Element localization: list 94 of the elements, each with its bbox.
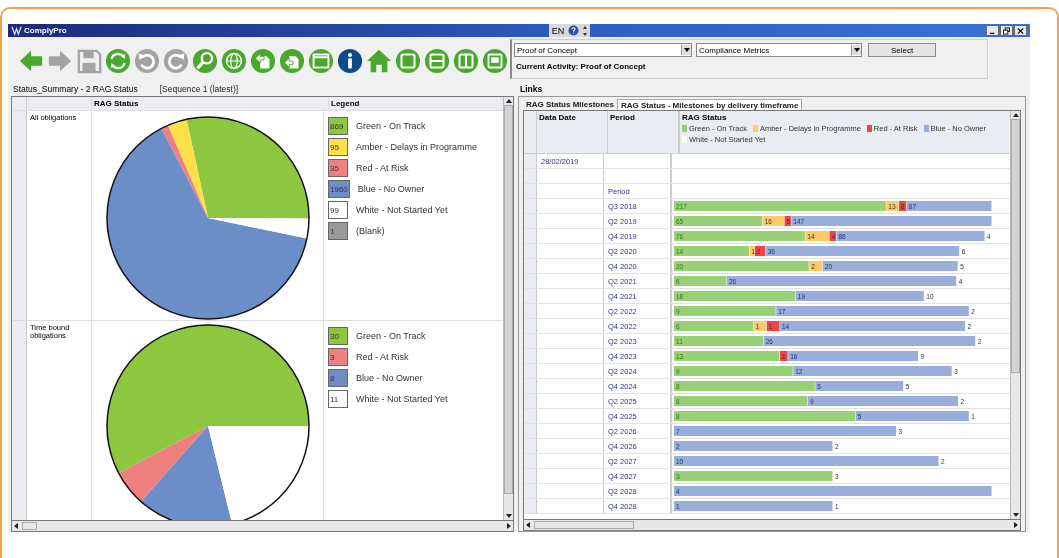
- language-button[interactable]: EN: [551, 25, 565, 36]
- globe-icon[interactable]: [221, 47, 247, 74]
- row-header: [524, 229, 537, 243]
- scroll-right-icon[interactable]: [507, 523, 511, 529]
- legend-count: 30: [328, 327, 348, 345]
- scroll-right-icon[interactable]: [1014, 522, 1018, 528]
- scroll-down-icon[interactable]: [1012, 513, 1019, 517]
- row-header: [524, 454, 537, 468]
- horizontal-scrollbar[interactable]: [11, 521, 514, 532]
- legend-label: Blue - No Owner: [357, 184, 425, 194]
- close-button[interactable]: [1014, 25, 1027, 36]
- dropdown-arrow-icon: [853, 48, 860, 52]
- vertical-scrollbar[interactable]: [503, 97, 513, 520]
- row-header: [524, 394, 537, 408]
- row-header: [524, 424, 537, 438]
- scroll-thumb[interactable]: [22, 522, 37, 530]
- layout-columns-icon[interactable]: [453, 47, 479, 74]
- legend-label: Green - On Track: [356, 121, 426, 131]
- legend-label: Blue - No Owner: [356, 373, 423, 383]
- column-header: RAG Status: [681, 112, 728, 124]
- legend-label: (Blank): [356, 226, 385, 236]
- row-header: [524, 259, 537, 273]
- search-icon[interactable]: [192, 47, 218, 74]
- column-header: Legend: [330, 98, 361, 110]
- monitor-icon[interactable]: [482, 47, 508, 74]
- row-header: [524, 199, 537, 213]
- legend-count: 95: [328, 138, 348, 156]
- scroll-thumb[interactable]: [504, 105, 513, 494]
- refresh-icon[interactable]: [105, 47, 131, 74]
- legend-label: Red - At Risk: [356, 163, 409, 173]
- panel-title: Status_Summary - 2 RAG Status: [13, 84, 138, 94]
- layout-single-icon[interactable]: [395, 47, 421, 74]
- legend-label: Green - On Track: [356, 331, 426, 341]
- report-dropdown[interactable]: Compliance Metrics: [696, 43, 862, 57]
- row-header: [524, 334, 537, 348]
- scroll-up-icon[interactable]: [505, 99, 512, 103]
- row-header: [524, 274, 537, 288]
- scroll-left-icon[interactable]: [526, 522, 530, 528]
- restore-icon: [1003, 27, 1010, 35]
- window-title: ComplyPro: [24, 26, 67, 35]
- column-header: RAG Status: [92, 97, 329, 110]
- legend-label: White - Not Started Yet: [356, 205, 448, 215]
- scroll-left-icon[interactable]: [14, 523, 18, 529]
- tab[interactable]: RAG Status Milestones: [523, 99, 617, 110]
- vertical-scrollbar[interactable]: [1010, 111, 1020, 519]
- row-header: [524, 319, 537, 333]
- activity-dropdown[interactable]: Proof of Concept: [514, 43, 692, 57]
- close-icon: [1017, 27, 1024, 35]
- logo-icon: [11, 25, 22, 36]
- scroll-thumb[interactable]: [534, 521, 634, 529]
- column-header: Period: [608, 111, 680, 153]
- grip-icon[interactable]: [583, 25, 588, 36]
- row-header: [524, 469, 537, 483]
- panel-title: Links: [520, 84, 543, 94]
- scroll-up-icon[interactable]: [1012, 113, 1019, 117]
- select-button[interactable]: Select: [868, 43, 936, 57]
- minimize-button[interactable]: [986, 25, 999, 36]
- row-header: [524, 244, 537, 258]
- scroll-thumb[interactable]: [1011, 119, 1020, 373]
- current-activity: Current Activity: Proof of Concept: [515, 62, 647, 71]
- legend-label: White - Not Started Yet: [356, 394, 448, 404]
- row-header: [524, 439, 537, 453]
- row-header: [524, 379, 537, 393]
- row-header: [524, 184, 537, 198]
- row-header: [524, 349, 537, 363]
- row-header: [524, 499, 537, 513]
- legend-label: Amber - Delays in Programme: [356, 142, 478, 152]
- info-icon[interactable]: [337, 47, 363, 74]
- legend-count: 869: [328, 117, 348, 135]
- horizontal-scrollbar[interactable]: [523, 520, 1021, 531]
- legend-count: 99: [328, 201, 348, 219]
- sequence-label: [Sequence 1 (latest)]: [159, 84, 239, 94]
- row-header: [524, 409, 537, 423]
- legend-count: 8: [328, 369, 348, 387]
- dropdown-arrow-icon: [683, 48, 690, 52]
- row-header: [524, 364, 537, 378]
- help-icon[interactable]: [568, 25, 580, 36]
- legend-count: 3: [328, 348, 348, 366]
- row-header: [524, 484, 537, 498]
- column-header: Data Date: [537, 111, 608, 153]
- doc-back-icon[interactable]: [250, 47, 276, 74]
- row-header: [524, 304, 537, 318]
- row-header: [524, 169, 537, 183]
- layout-rows-icon[interactable]: [424, 47, 450, 74]
- legend-label: Red - At Risk: [356, 352, 409, 362]
- scroll-down-icon[interactable]: [505, 514, 512, 518]
- restore-button[interactable]: [1000, 25, 1013, 36]
- legend-count: 1: [328, 222, 348, 240]
- row-header: [524, 289, 537, 303]
- legend-count: 35: [328, 159, 348, 177]
- row-header: [524, 214, 537, 228]
- doc-forward-icon[interactable]: [279, 47, 305, 74]
- legend-count: 11: [328, 390, 348, 408]
- legend-count: 1960: [328, 180, 350, 198]
